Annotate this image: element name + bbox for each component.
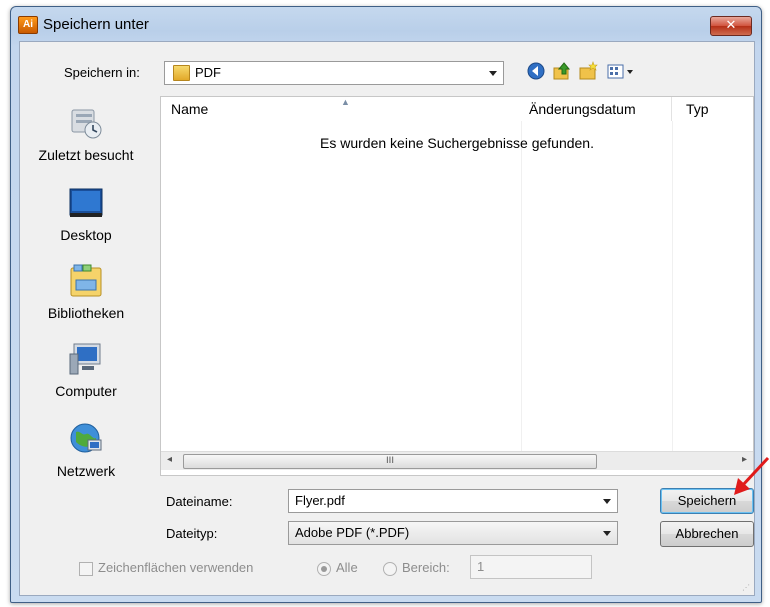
illustrator-app-icon: Ai bbox=[18, 16, 38, 34]
filetype-value: Adobe PDF (*.PDF) bbox=[295, 525, 410, 540]
all-radio-label: Alle bbox=[336, 560, 358, 575]
range-radio-label: Bereich: bbox=[402, 560, 450, 575]
range-value: 1 bbox=[477, 559, 485, 574]
sidebar-item-label: Netzwerk bbox=[56, 463, 116, 479]
empty-results-message: Es wurden keine Suchergebnisse gefunden. bbox=[320, 135, 594, 151]
scroll-left-icon[interactable]: ◂ bbox=[167, 454, 172, 465]
save-in-value: PDF bbox=[195, 65, 221, 80]
artboards-label: Zeichenflächen verwenden bbox=[98, 560, 254, 575]
filename-value: Flyer.pdf bbox=[295, 493, 345, 508]
resize-grip-icon[interactable]: ⋰ bbox=[742, 583, 752, 593]
sidebar-item-label: Bibliotheken bbox=[47, 305, 125, 321]
horizontal-scrollbar[interactable]: ◂ III ▸ bbox=[161, 451, 753, 470]
computer-icon bbox=[69, 343, 101, 375]
column-header-label: Typ bbox=[686, 101, 709, 117]
save-in-combobox[interactable]: PDF bbox=[164, 61, 504, 85]
folder-icon bbox=[173, 65, 190, 81]
range-radio[interactable] bbox=[383, 562, 397, 576]
sidebar-item-computer[interactable]: Computer bbox=[20, 342, 152, 399]
column-divider bbox=[521, 121, 522, 451]
chevron-down-icon[interactable] bbox=[489, 71, 497, 76]
filetype-label: Dateityp: bbox=[166, 526, 218, 541]
view-menu-icon[interactable] bbox=[606, 61, 636, 81]
save-in-label: Speichern in: bbox=[64, 65, 140, 80]
artboards-checkbox[interactable] bbox=[79, 562, 93, 576]
chevron-down-icon[interactable] bbox=[603, 499, 611, 504]
sidebar-item-network[interactable]: Netzwerk bbox=[20, 422, 152, 479]
column-header-label: Änderungsdatum bbox=[529, 101, 636, 117]
chevron-down-icon[interactable] bbox=[603, 531, 611, 536]
sidebar-item-label: Zuletzt besucht bbox=[38, 147, 134, 163]
filename-label: Dateiname: bbox=[166, 494, 233, 509]
cancel-button[interactable]: Abbrechen bbox=[660, 521, 754, 547]
scroll-right-icon[interactable]: ▸ bbox=[742, 454, 747, 465]
close-button[interactable]: ✕ bbox=[710, 16, 752, 36]
desktop-icon bbox=[69, 188, 103, 217]
network-icon bbox=[70, 423, 102, 453]
scrollbar-thumb[interactable]: III bbox=[183, 454, 597, 469]
column-header-label: Name bbox=[171, 101, 209, 117]
all-radio[interactable] bbox=[317, 562, 331, 576]
file-list-view[interactable]: Name ▲ Änderungsdatum Typ Es wurden kein… bbox=[160, 96, 754, 476]
new-folder-icon[interactable] bbox=[578, 61, 598, 81]
sort-ascending-icon: ▲ bbox=[341, 97, 350, 107]
column-divider bbox=[672, 121, 673, 451]
dialog-client-area: Speichern in: PDF Zuletzt besucht Deskto… bbox=[19, 41, 755, 596]
back-icon[interactable] bbox=[526, 61, 546, 81]
up-folder-icon[interactable] bbox=[552, 61, 572, 81]
dialog-title: Speichern unter bbox=[43, 16, 149, 33]
column-header-modified[interactable]: Änderungsdatum bbox=[521, 97, 672, 121]
sidebar-item-desktop[interactable]: Desktop bbox=[20, 186, 152, 243]
filename-input[interactable]: Flyer.pdf bbox=[288, 489, 618, 513]
save-as-dialog: Ai Speichern unter ✕ Speichern in: PDF Z… bbox=[10, 6, 762, 603]
title-bar[interactable]: Ai Speichern unter ✕ bbox=[11, 7, 761, 41]
save-button[interactable]: Speichern bbox=[660, 488, 754, 514]
column-header-name[interactable]: Name ▲ bbox=[161, 97, 522, 121]
sidebar-item-label: Computer bbox=[55, 383, 117, 399]
column-header-type[interactable]: Typ bbox=[672, 97, 753, 121]
recent-places-icon bbox=[71, 109, 102, 139]
sidebar-item-libraries[interactable]: Bibliotheken bbox=[20, 264, 152, 321]
sidebar-item-recent[interactable]: Zuletzt besucht bbox=[20, 106, 152, 163]
filetype-select[interactable]: Adobe PDF (*.PDF) bbox=[288, 521, 618, 545]
sidebar-item-label: Desktop bbox=[60, 227, 112, 243]
libraries-icon bbox=[70, 264, 102, 297]
range-input[interactable]: 1 bbox=[470, 555, 592, 579]
